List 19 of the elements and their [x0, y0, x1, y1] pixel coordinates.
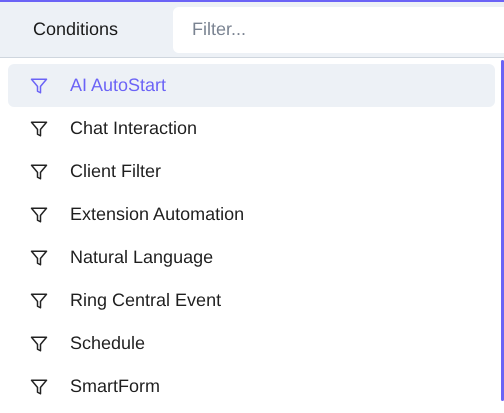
filter-icon [30, 334, 48, 352]
condition-item[interactable]: Ring Central Event [8, 279, 495, 322]
condition-item[interactable]: AI AutoStart [8, 64, 495, 107]
filter-icon [30, 378, 48, 396]
condition-item[interactable]: Extension Automation [8, 193, 495, 236]
condition-item[interactable]: Chat Interaction [8, 107, 495, 150]
filter-field[interactable]: Filter... [173, 6, 504, 52]
scrollbar[interactable] [501, 60, 504, 401]
filter-icon [30, 206, 48, 224]
filter-icon [30, 248, 48, 266]
filter-icon [30, 76, 48, 94]
condition-item[interactable]: Client Filter [8, 150, 495, 193]
condition-item[interactable]: Natural Language [8, 236, 495, 279]
condition-item[interactable]: Schedule [8, 322, 495, 365]
condition-item[interactable]: SmartForm [8, 365, 495, 408]
filter-icon [30, 292, 48, 310]
filter-icon [30, 120, 48, 138]
panel-title: Conditions [32, 18, 120, 41]
filter-icon [30, 162, 48, 180]
